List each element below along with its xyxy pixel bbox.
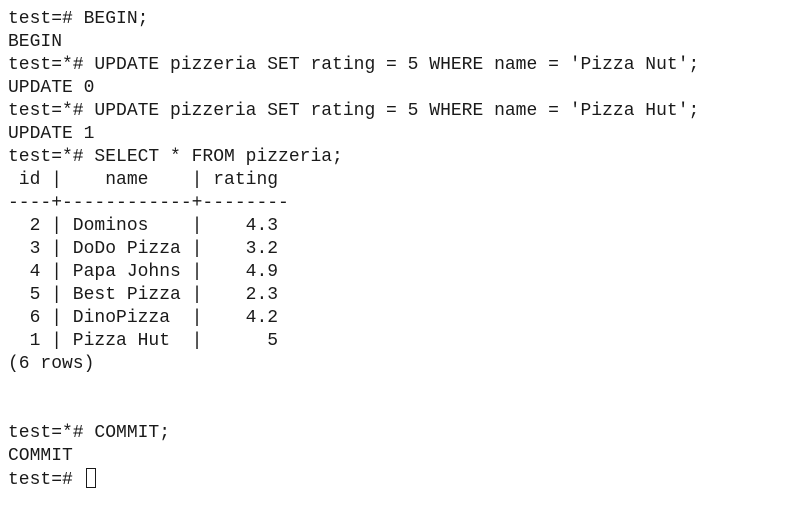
output-line: COMMIT [8, 446, 73, 466]
command-line: test=*# COMMIT; [8, 423, 171, 443]
table-header: id | name | rating [8, 170, 279, 190]
command-line: test=*# SELECT * FROM pizzeria; [8, 147, 343, 167]
command-line: test=*# UPDATE pizzeria SET rating = 5 W… [8, 101, 700, 121]
prompt-text: test=# [8, 470, 84, 490]
table-row: 1 | Pizza Hut | 5 [8, 331, 279, 351]
table-separator: ----+------------+-------- [8, 193, 289, 213]
table-row: 4 | Papa Johns | 4.9 [8, 262, 279, 282]
output-line: UPDATE 1 [8, 124, 95, 144]
prompt-line[interactable]: test=# [8, 468, 785, 491]
terminal-window[interactable]: test=# BEGIN; BEGIN test=*# UPDATE pizze… [0, 0, 785, 532]
table-row: 2 | Dominos | 4.3 [8, 216, 279, 236]
output-line: UPDATE 0 [8, 78, 95, 98]
table-row: 5 | Best Pizza | 2.3 [8, 285, 279, 305]
command-line: test=*# UPDATE pizzeria SET rating = 5 W… [8, 55, 700, 75]
row-count: (6 rows) [8, 354, 95, 374]
table-row: 6 | DinoPizza | 4.2 [8, 308, 279, 328]
command-line: test=# BEGIN; [8, 9, 149, 29]
text-cursor[interactable] [85, 468, 96, 488]
table-row: 3 | DoDo Pizza | 3.2 [8, 239, 279, 259]
output-line: BEGIN [8, 32, 63, 52]
